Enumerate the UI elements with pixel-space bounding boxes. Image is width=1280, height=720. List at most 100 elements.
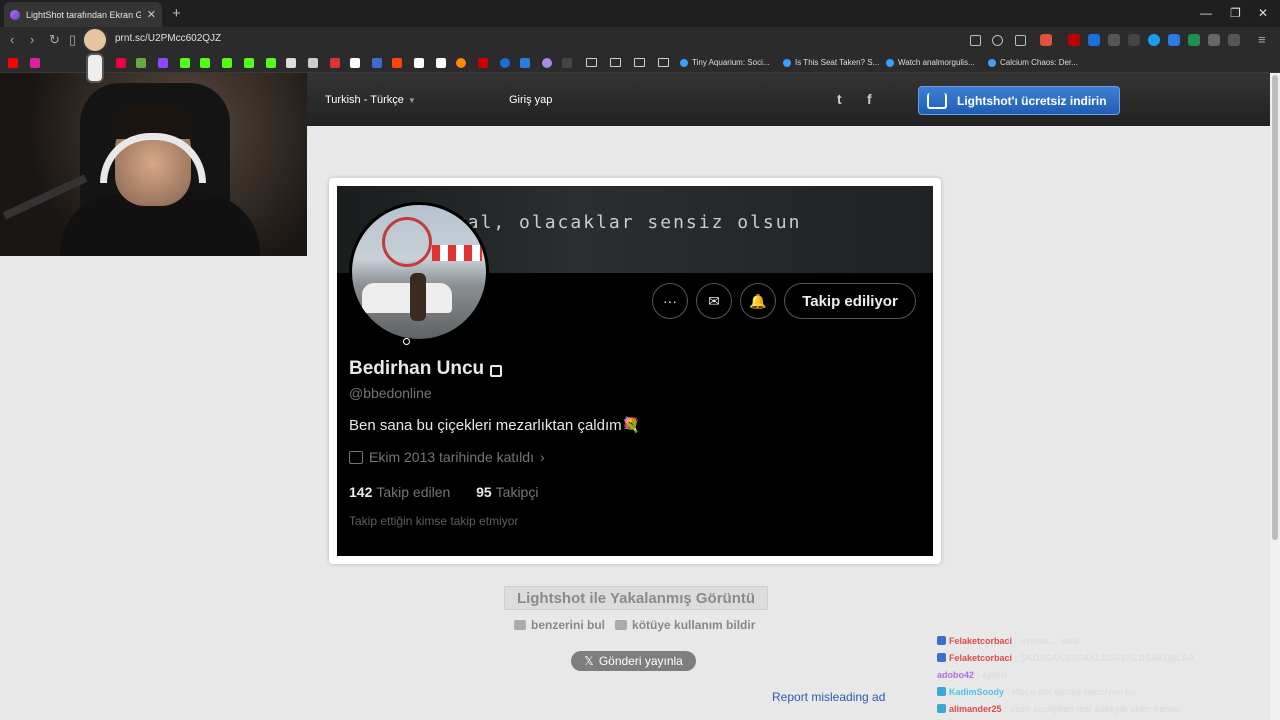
twitter-icon[interactable]: t	[837, 91, 842, 107]
chevron-right-icon: ›	[539, 449, 545, 465]
forward-icon[interactable]: ›	[30, 32, 34, 47]
screenshot-frame: akal, olacaklar sensiz olsun ··· ✉ 🔔 Tak…	[329, 178, 941, 564]
address-bar-row: ‹ › ↻ ▯ prnt.sc/U2PMcc602QJZ ≡	[0, 27, 1280, 53]
chat-message: KadimSoody : Muço abi xqcîye benziyon ha	[937, 687, 1267, 704]
browser-tab[interactable]: LightShot tarafından Ekran Görü ✕	[4, 2, 162, 27]
profile-avatar	[349, 202, 489, 342]
bookmark-item[interactable]: Watch analmorgulis...	[886, 58, 975, 67]
site-icon	[886, 58, 894, 67]
extensions-puzzle-icon[interactable]	[1208, 34, 1220, 46]
extension-icon[interactable]	[1128, 34, 1140, 46]
chat-message: Felaketcorbaci : ŞKDASAKŞSDAKLDSAŞKLDSAK…	[937, 653, 1267, 670]
folder-icon[interactable]	[658, 58, 669, 67]
more-options-icon: ···	[652, 283, 688, 319]
stream-chat-overlay: Felaketcorbaci : uymus ... amk Felaketco…	[937, 636, 1267, 720]
restore-icon[interactable]: ❐	[1230, 6, 1241, 20]
zoom-icon[interactable]	[992, 35, 1003, 46]
login-link[interactable]: Giriş yap	[509, 94, 552, 106]
steam-icon	[783, 58, 791, 67]
x-logo-icon: 𝕏	[584, 654, 594, 668]
bookmark-item[interactable]: Calcium Chaos: Der...	[988, 58, 1078, 67]
instagram-icon[interactable]	[30, 58, 40, 68]
download-button[interactable]: Lightshot'ı ücretsiz indirin	[918, 86, 1120, 115]
flag-icon	[615, 620, 628, 630]
scrollbar-thumb[interactable]	[1272, 75, 1278, 540]
url-field[interactable]: prnt.sc/U2PMcc602QJZ	[115, 33, 221, 44]
bookmark-icon[interactable]	[308, 58, 318, 68]
bookmark-icon[interactable]: ▯	[69, 32, 76, 48]
bookmark-icon[interactable]	[266, 58, 276, 68]
new-tab-button[interactable]: +	[172, 5, 181, 22]
extension-icon[interactable]	[1148, 34, 1160, 46]
lock-icon	[490, 365, 503, 377]
tab-close-icon[interactable]: ✕	[147, 8, 156, 21]
bookmark-icon[interactable]	[116, 58, 126, 68]
youtube-icon[interactable]	[8, 58, 18, 68]
extension-icon[interactable]	[1108, 34, 1120, 46]
kick-icon[interactable]	[200, 58, 210, 68]
bookmark-icon[interactable]	[520, 58, 530, 68]
reload-icon[interactable]: ↻	[49, 32, 60, 48]
bookmark-icon[interactable]	[414, 58, 424, 68]
page-scrollbar[interactable]	[1270, 73, 1280, 720]
badge-icon	[937, 704, 946, 713]
reddit-icon[interactable]	[392, 58, 402, 68]
find-similar-link[interactable]: benzerini bul	[514, 618, 605, 632]
profile-bio: Ben sana bu çiçekleri mezarlıktan çaldım…	[349, 417, 641, 434]
message-icon: ✉	[696, 283, 732, 319]
bookmark-icon[interactable]	[542, 58, 552, 68]
facebook-icon[interactable]: f	[867, 91, 872, 107]
bookmark-icon[interactable]	[330, 58, 340, 68]
x-icon[interactable]	[350, 58, 360, 68]
sidebar-icon[interactable]	[1228, 34, 1240, 46]
extension-icon[interactable]	[1168, 34, 1180, 46]
folder-icon[interactable]	[610, 58, 621, 67]
following-button: Takip ediliyor	[784, 283, 916, 319]
followers-label: Takipçi	[495, 484, 539, 500]
bookmark-icon[interactable]	[372, 58, 382, 68]
badge-icon	[937, 653, 946, 662]
image-caption: Lightshot ile Yakalanmış Görüntü	[504, 586, 768, 610]
brave-shield-icon[interactable]	[1040, 34, 1052, 46]
bookmark-item[interactable]: Tiny Aquarium: Soci...	[680, 58, 770, 67]
extension-icon[interactable]	[1088, 34, 1100, 46]
post-on-x-button[interactable]: 𝕏 Gönderi yayınla	[571, 651, 696, 671]
window-close-icon[interactable]: ✕	[1258, 6, 1268, 20]
kick-icon[interactable]	[244, 58, 254, 68]
bookmark-icon[interactable]	[286, 58, 296, 68]
join-date: Ekim 2013 tarihinde katıldı ›	[349, 449, 545, 465]
download-icon	[927, 92, 947, 109]
minimize-icon[interactable]: —	[1200, 6, 1212, 20]
kick-icon[interactable]	[180, 58, 190, 68]
back-icon[interactable]: ‹	[10, 32, 14, 47]
twitch-icon[interactable]	[158, 58, 168, 68]
extension-icon[interactable]	[1188, 34, 1200, 46]
extension-icon[interactable]	[1068, 34, 1080, 46]
lightshot-favicon-icon	[10, 9, 20, 20]
cursor-dot	[403, 338, 410, 345]
report-ad-link[interactable]: Report misleading ad	[772, 690, 885, 704]
bookmark-icon[interactable]	[500, 58, 510, 68]
report-abuse-link[interactable]: kötüye kullanım bildir	[615, 618, 755, 632]
chat-message: adobo42 : aynisi	[937, 670, 1008, 680]
folder-icon[interactable]	[634, 58, 645, 67]
share-icon[interactable]	[1015, 35, 1026, 46]
kick-icon[interactable]	[222, 58, 232, 68]
profile-name: Bedirhan Uncu	[349, 358, 503, 380]
bookmark-icon[interactable]	[562, 58, 572, 68]
image-actions: benzerini bul kötüye kullanım bildir	[514, 618, 755, 632]
bookmark-icon[interactable]	[478, 58, 488, 68]
chevron-down-icon: ▼	[407, 96, 416, 105]
amazon-icon[interactable]	[436, 58, 446, 68]
camera-icon	[514, 620, 526, 630]
tab-title: LightShot tarafından Ekran Görü	[26, 9, 141, 20]
folder-icon[interactable]	[586, 58, 597, 67]
menu-icon[interactable]: ≡	[1258, 32, 1266, 47]
profile-handle: @bbedonline	[349, 385, 432, 401]
bookmark-icon[interactable]	[456, 58, 466, 68]
cast-icon[interactable]	[970, 35, 981, 46]
bookmark-icon[interactable]	[136, 58, 146, 68]
language-select[interactable]: Turkish - Türkçe ▼	[325, 94, 416, 106]
bookmarks-bar: Tiny Aquarium: Soci... Is This Seat Take…	[0, 53, 1280, 73]
bookmark-item[interactable]: Is This Seat Taken? S...	[783, 58, 879, 67]
